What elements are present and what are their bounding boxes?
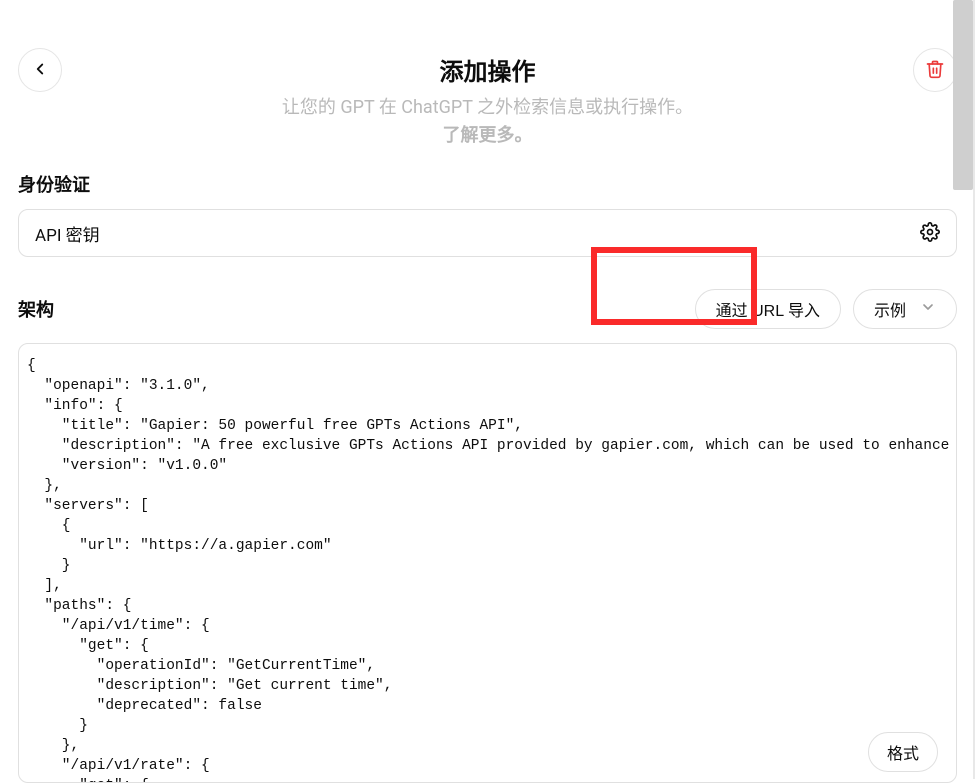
auth-value: API 密钥	[35, 221, 914, 246]
auth-field[interactable]: API 密钥	[18, 209, 957, 257]
learn-more-link[interactable]: 了解更多。	[62, 121, 913, 147]
format-button[interactable]: 格式	[868, 732, 938, 772]
gear-icon	[920, 222, 940, 245]
schema-textarea[interactable]: { "openapi": "3.1.0", "info": { "title":…	[18, 343, 957, 783]
auth-settings-button[interactable]	[914, 217, 946, 249]
example-dropdown[interactable]: 示例	[853, 289, 957, 329]
back-button[interactable]	[18, 48, 62, 92]
chevron-down-icon	[920, 299, 936, 320]
page-title: 添加操作	[62, 52, 913, 87]
auth-label: 身份验证	[18, 171, 957, 197]
delete-button[interactable]	[913, 48, 957, 92]
import-url-label: 通过 URL 导入	[716, 297, 820, 321]
page-subtitle: 让您的 GPT 在 ChatGPT 之外检索信息或执行操作。	[62, 93, 913, 119]
scrollbar-thumb[interactable]	[953, 0, 973, 190]
schema-label: 架构	[18, 296, 54, 322]
example-label: 示例	[874, 297, 906, 321]
schema-content: { "openapi": "3.1.0", "info": { "title":…	[27, 358, 957, 783]
chevron-left-icon	[31, 60, 49, 81]
trash-icon	[925, 59, 945, 82]
import-url-button[interactable]: 通过 URL 导入	[695, 289, 841, 329]
